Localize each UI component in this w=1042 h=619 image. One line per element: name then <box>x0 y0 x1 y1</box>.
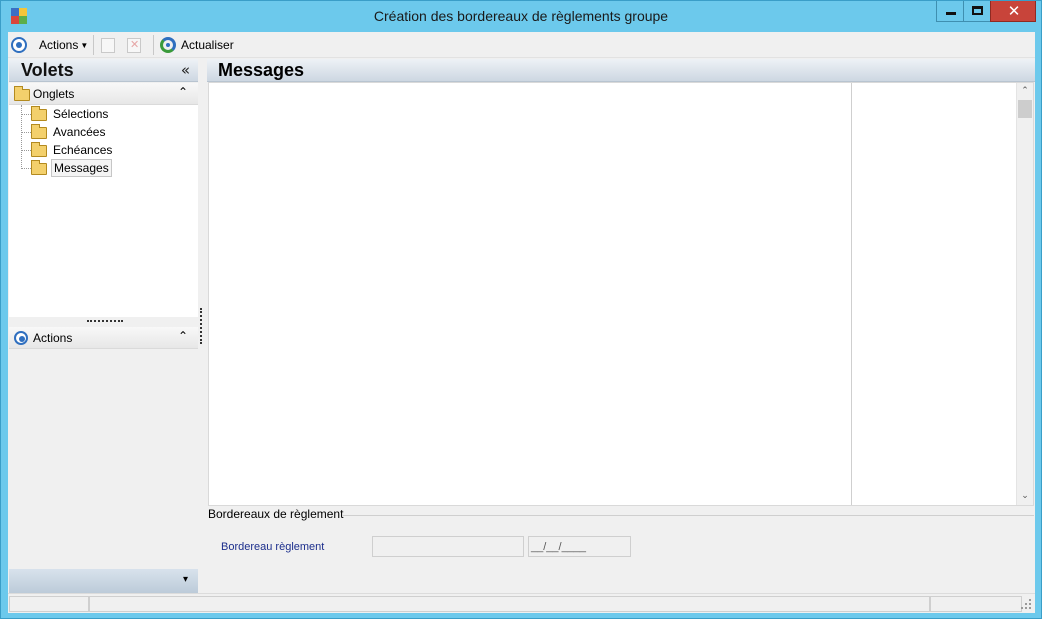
status-panel <box>89 596 930 612</box>
tree-item-label: Sélections <box>53 107 109 121</box>
refresh-label: Actualiser <box>181 38 234 52</box>
status-panel <box>9 596 89 612</box>
onglets-tree: Sélections Avancées Echéances Messages <box>9 105 198 317</box>
main-panel: Messages ⌃ ⌄ Bordereaux de règlement Bor… <box>207 59 1035 593</box>
scroll-up-icon[interactable]: ⌃ <box>1017 83 1033 100</box>
column-divider <box>851 83 852 505</box>
open-folder-icon <box>31 160 47 175</box>
toolbar-separator <box>93 35 94 55</box>
folder-icon <box>31 142 47 157</box>
target-icon <box>11 37 27 53</box>
date-field[interactable]: __/__/____ <box>528 536 631 557</box>
target-icon-button[interactable] <box>11 35 27 55</box>
refresh-icon <box>160 37 176 53</box>
close-button[interactable]: ✕ <box>990 1 1036 22</box>
tree-item-label: Messages <box>51 159 112 177</box>
tree-item-messages[interactable]: Messages <box>21 159 191 177</box>
status-panel <box>930 596 1022 612</box>
onglets-group-header[interactable]: Onglets ⌃ <box>9 83 198 105</box>
bordereau-field[interactable] <box>372 536 524 557</box>
application-window: Création des bordereaux de règlements gr… <box>0 0 1042 619</box>
target-icon <box>14 331 28 345</box>
volets-title: Volets <box>21 60 74 80</box>
delete-icon <box>127 37 141 53</box>
collapse-panel-icon[interactable]: « <box>181 61 190 79</box>
actions-menu-label: Actions <box>39 38 79 52</box>
panel-splitter-handle[interactable] <box>87 320 123 322</box>
actions-group-header[interactable]: Actions ⌃ <box>9 327 198 349</box>
tree-item-avancees[interactable]: Avancées <box>21 123 191 141</box>
chevron-up-icon[interactable]: ⌃ <box>178 85 188 99</box>
onglets-label: Onglets <box>33 87 75 101</box>
bordereau-field-label: Bordereau règlement <box>221 541 325 553</box>
new-document-icon <box>101 37 115 53</box>
folder-icon <box>31 124 47 139</box>
vertical-splitter-handle[interactable] <box>200 308 202 344</box>
maximize-button[interactable] <box>963 1 991 22</box>
toolbar: Actions ▼ Actualiser <box>8 32 1035 58</box>
folder-icon <box>14 86 30 101</box>
panel-bottom-bar[interactable]: ▾ <box>9 569 198 593</box>
messages-list[interactable]: ⌃ ⌄ <box>208 82 1034 506</box>
chevron-down-icon: ▼ <box>80 40 89 50</box>
client-area: Actions ▼ Actualiser Volets « <box>8 32 1035 613</box>
refresh-button[interactable]: Actualiser <box>160 35 234 55</box>
minimize-icon <box>946 12 956 15</box>
new-button[interactable] <box>101 35 115 55</box>
tree-item-label: Avancées <box>53 125 106 139</box>
chevron-down-icon[interactable]: ▾ <box>183 574 188 585</box>
status-bar <box>8 593 1035 613</box>
page-title: Messages <box>218 60 305 80</box>
chevron-up-icon[interactable]: ⌃ <box>178 329 188 343</box>
volets-panel: Volets « Onglets ⌃ Sélections Avancées E… <box>9 59 198 593</box>
window-title: Création des bordereaux de règlements gr… <box>373 8 669 24</box>
title-bar[interactable]: Création des bordereaux de règlements gr… <box>1 1 1041 32</box>
main-header: Messages <box>207 59 1035 82</box>
scroll-down-icon[interactable]: ⌄ <box>1017 488 1033 505</box>
folder-icon <box>31 106 47 121</box>
tree-item-echeances[interactable]: Echéances <box>21 141 191 159</box>
close-icon: ✕ <box>1007 2 1021 20</box>
actions-menu-button[interactable]: Actions ▼ <box>34 35 88 55</box>
toolbar-separator <box>153 35 154 55</box>
maximize-icon <box>972 6 983 15</box>
tree-item-selections[interactable]: Sélections <box>21 105 191 123</box>
scrollbar-thumb[interactable] <box>1018 100 1032 118</box>
fieldset-legend: Bordereaux de règlement <box>208 507 344 521</box>
fieldset-divider <box>343 515 1034 516</box>
vertical-scrollbar[interactable]: ⌃ ⌄ <box>1016 83 1033 505</box>
tree-item-label: Echéances <box>53 143 113 157</box>
actions-group-label: Actions <box>33 331 73 345</box>
volets-header: Volets « <box>9 59 198 82</box>
resize-grip-icon[interactable] <box>1020 599 1032 611</box>
minimize-button[interactable] <box>936 1 964 22</box>
delete-button[interactable] <box>127 35 141 55</box>
